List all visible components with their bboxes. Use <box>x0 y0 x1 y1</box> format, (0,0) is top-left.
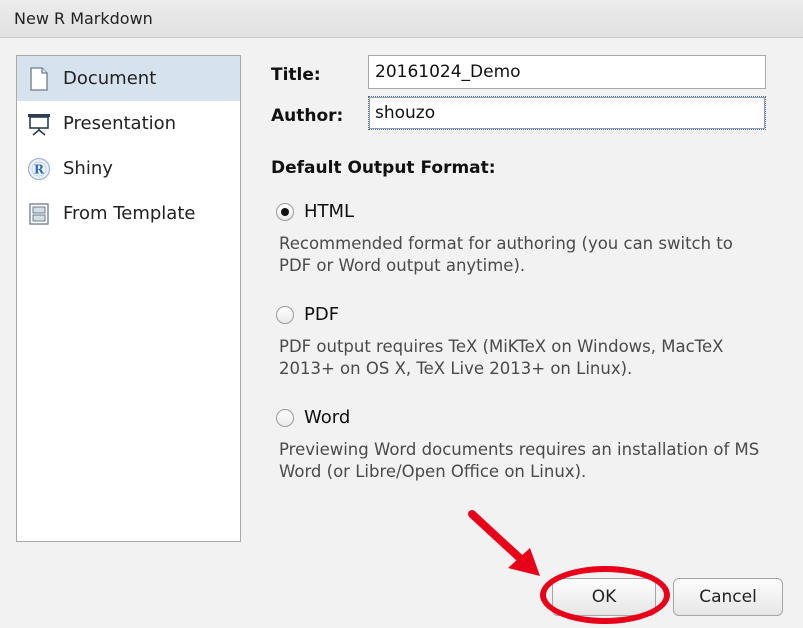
sidebar-item-label: Shiny <box>63 158 113 179</box>
title-input[interactable] <box>368 55 766 89</box>
radio-label-word: Word <box>304 407 351 428</box>
radio-html[interactable]: HTML <box>276 201 354 222</box>
sidebar-item-label: Presentation <box>63 113 177 134</box>
html-description: Recommended format for authoring (you ca… <box>279 234 733 275</box>
template-icon <box>27 201 51 227</box>
radio-word[interactable]: Word <box>276 407 350 428</box>
title-label: Title: <box>271 65 321 85</box>
window-titlebar: New R Markdown <box>0 0 803 38</box>
sidebar-item-label: Document <box>63 68 157 89</box>
author-input[interactable] <box>368 96 766 130</box>
svg-text:R: R <box>34 162 45 176</box>
radio-button-pdf[interactable] <box>276 305 294 324</box>
cancel-button[interactable]: Cancel <box>673 578 783 616</box>
radio-button-word[interactable] <box>276 408 294 427</box>
sidebar-item-shiny[interactable]: R Shiny <box>17 146 240 191</box>
radio-label-pdf: PDF <box>304 304 340 325</box>
sidebar-item-from-template[interactable]: From Template <box>17 191 240 236</box>
word-description: Previewing Word documents requires an in… <box>279 440 760 481</box>
shiny-icon: R <box>27 156 51 182</box>
radio-button-html[interactable] <box>276 202 294 221</box>
red-arrow-annotation <box>468 510 540 576</box>
window-title: New R Markdown <box>14 9 153 28</box>
sidebar-item-document[interactable]: Document <box>17 56 240 101</box>
ok-button[interactable]: OK <box>552 578 656 616</box>
radio-label-html: HTML <box>304 201 355 222</box>
presentation-icon <box>27 111 51 137</box>
author-label: Author: <box>271 106 344 126</box>
sidebar-item-presentation[interactable]: Presentation <box>17 101 240 146</box>
radio-pdf[interactable]: PDF <box>276 304 339 325</box>
sidebar-item-label: From Template <box>63 203 196 224</box>
document-icon <box>27 66 51 92</box>
format-sidebar: Document Presentation R Shiny From Templ… <box>16 55 241 542</box>
pdf-description: PDF output requires TeX (MiKTeX on Windo… <box>279 337 724 378</box>
output-format-heading: Default Output Format: <box>271 158 496 178</box>
